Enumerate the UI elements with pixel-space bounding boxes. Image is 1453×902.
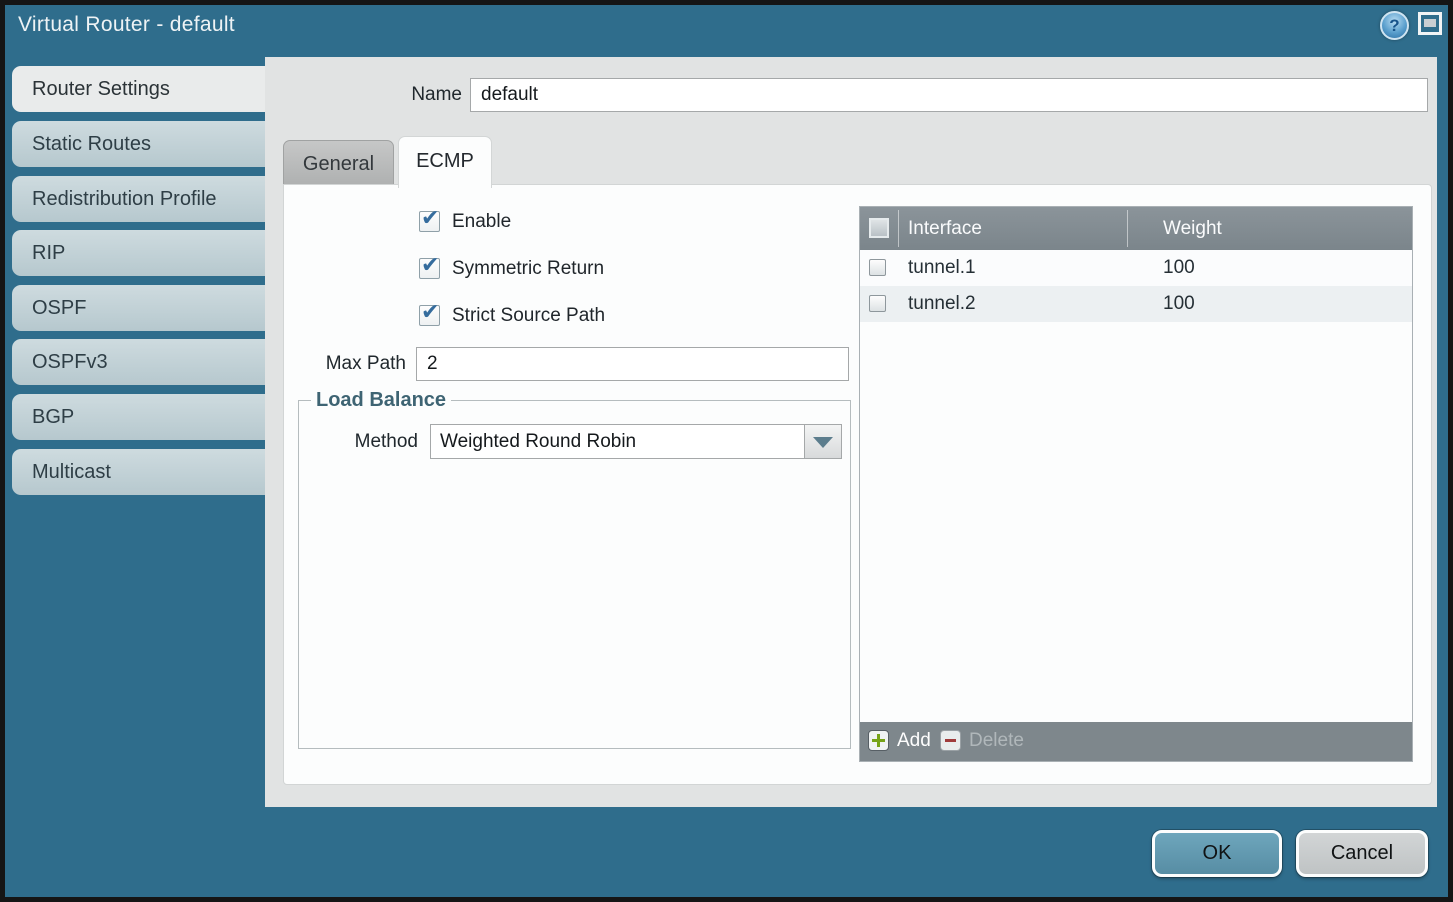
content-area: Name General ECMP ✔ Enable ✔ Symmetric R…	[265, 57, 1437, 807]
cancel-button[interactable]: Cancel	[1296, 830, 1428, 877]
method-dropdown[interactable]: Weighted Round Robin	[430, 424, 842, 459]
column-divider	[1127, 210, 1128, 247]
window-title: Virtual Router - default	[18, 13, 235, 37]
enable-checkbox[interactable]: ✔	[419, 211, 440, 232]
strict-source-path-label: Strict Source Path	[452, 305, 605, 327]
sidebar-item-bgp[interactable]: BGP	[12, 394, 265, 440]
ok-button[interactable]: OK	[1152, 830, 1282, 877]
checkmark-icon: ✔	[421, 300, 439, 325]
tab-general[interactable]: General	[283, 140, 394, 186]
table-footer: Add Delete	[860, 722, 1412, 761]
method-value: Weighted Round Robin	[440, 425, 636, 458]
ecmp-panel: ✔ Enable ✔ Symmetric Return ✔ Strict Sou…	[283, 184, 1432, 785]
max-path-label: Max Path	[284, 347, 406, 381]
sidebar-item-ospfv3[interactable]: OSPFv3	[12, 339, 265, 385]
add-button-label: Add	[897, 730, 931, 752]
cell-interface: tunnel.2	[908, 286, 976, 322]
chevron-down-icon[interactable]	[804, 425, 841, 458]
sidebar-item-rip[interactable]: RIP	[12, 230, 265, 276]
checkmark-icon: ✔	[421, 253, 439, 278]
delete-icon	[940, 730, 961, 751]
cell-weight: 100	[1163, 250, 1195, 286]
load-balance-legend: Load Balance	[311, 389, 451, 412]
checkmark-icon: ✔	[421, 206, 439, 231]
sidebar-item-static-routes[interactable]: Static Routes	[12, 121, 265, 167]
delete-button[interactable]: Delete	[940, 730, 1030, 752]
load-balance-group: Load Balance Method Weighted Round Robin	[298, 389, 851, 749]
interface-table: Interface Weight tunnel.1 100 tunnel.2 1…	[859, 206, 1413, 762]
name-label: Name	[385, 78, 462, 112]
column-header-weight[interactable]: Weight	[1163, 207, 1222, 250]
max-path-input[interactable]	[416, 347, 849, 381]
delete-button-label: Delete	[969, 730, 1024, 752]
name-input[interactable]	[470, 78, 1428, 112]
table-row[interactable]: tunnel.2 100	[860, 286, 1412, 322]
column-divider	[898, 210, 899, 247]
strict-source-path-checkbox[interactable]: ✔	[419, 305, 440, 326]
restore-window-icon[interactable]	[1418, 12, 1442, 35]
add-icon	[868, 730, 889, 751]
add-button[interactable]: Add	[868, 730, 928, 752]
symmetric-return-checkbox[interactable]: ✔	[419, 258, 440, 279]
enable-label: Enable	[452, 211, 511, 233]
sidebar-item-ospf[interactable]: OSPF	[12, 285, 265, 331]
cell-interface: tunnel.1	[908, 250, 976, 286]
help-icon[interactable]: ?	[1380, 11, 1409, 40]
sidebar-item-redistribution-profile[interactable]: Redistribution Profile	[12, 176, 265, 222]
sidebar-item-multicast[interactable]: Multicast	[12, 449, 265, 495]
column-header-interface[interactable]: Interface	[908, 207, 982, 250]
method-label: Method	[299, 424, 418, 459]
symmetric-return-label: Symmetric Return	[452, 258, 604, 280]
select-all-checkbox[interactable]	[869, 218, 889, 238]
row-checkbox[interactable]	[869, 295, 886, 312]
table-header: Interface Weight	[860, 207, 1412, 250]
row-checkbox[interactable]	[869, 259, 886, 276]
tab-ecmp[interactable]: ECMP	[398, 136, 492, 188]
table-row[interactable]: tunnel.1 100	[860, 250, 1412, 286]
cell-weight: 100	[1163, 286, 1195, 322]
sidebar-item-router-settings[interactable]: Router Settings	[12, 66, 265, 112]
